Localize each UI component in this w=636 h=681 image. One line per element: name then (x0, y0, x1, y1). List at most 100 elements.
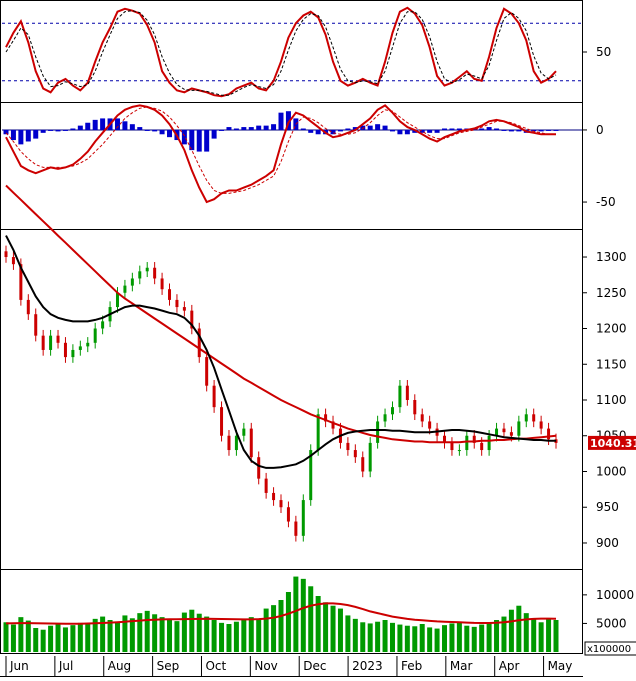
volume-bar (472, 627, 477, 652)
candle-body (346, 443, 349, 450)
stochastic-panel (1, 1, 583, 103)
candle-body (354, 450, 357, 457)
x-axis-label: Apr (499, 659, 520, 673)
axis-layer: JunJulAugSepOctNovDec2023FebMarAprMay (6, 656, 572, 676)
volume-bar (56, 623, 61, 652)
volume-bar (531, 619, 536, 652)
macd-histogram-bar (516, 130, 521, 131)
price-y-tick-label: 1000 (596, 464, 627, 478)
macd-histogram-bar (26, 130, 31, 142)
volume-y-tick-label: 10000 (596, 588, 634, 602)
volume-bar (331, 606, 336, 652)
candle-body (413, 400, 416, 414)
volume-bar (338, 609, 343, 652)
volume-bar (293, 577, 298, 652)
macd-histogram-bar (197, 130, 202, 152)
macd-histogram-bar (501, 130, 506, 131)
price-y-tick-label: 1150 (596, 357, 627, 371)
volume-bar (226, 624, 231, 652)
volume-bar (204, 617, 209, 652)
volume-bar (70, 625, 75, 652)
x-axis-label: Nov (254, 659, 277, 673)
candle-body (488, 436, 491, 450)
macd-histogram-bar (308, 130, 313, 133)
price-y-tick-label: 1250 (596, 286, 627, 300)
x-axis-label: Sep (157, 659, 180, 673)
volume-bar (78, 623, 83, 652)
macd-histogram-bar (93, 120, 98, 130)
candle-body (94, 329, 97, 343)
volume-bar (189, 610, 194, 652)
volume-bar (412, 626, 417, 652)
candle-body (153, 268, 156, 279)
candle-body (510, 432, 513, 436)
volume-bar (33, 628, 38, 652)
candle-body (123, 286, 126, 293)
macd-histogram-bar (100, 118, 105, 130)
volume-bar (479, 625, 484, 652)
volume-bar (323, 602, 328, 652)
macd-histogram-bar (241, 127, 246, 130)
macd-y-tick-label: 0 (596, 123, 604, 137)
macd-histogram-bar (375, 124, 380, 130)
candle-body (250, 429, 253, 458)
volume-bar (457, 622, 462, 652)
macd-histogram-bar (479, 129, 484, 130)
volume-unit-label: x100000 (587, 644, 631, 655)
volume-bar (4, 622, 9, 652)
volume-bar (449, 623, 454, 652)
macd-histogram-bar (145, 130, 150, 131)
candle-body (369, 443, 372, 472)
candle-body (5, 251, 8, 257)
x-axis-label: May (548, 659, 573, 673)
volume-bar (487, 623, 492, 652)
chart-canvas: 50 0-50 13001250120011501100105010009509… (0, 0, 636, 677)
volume-bar (41, 630, 46, 652)
candle-body (272, 493, 275, 500)
volume-bar (345, 615, 350, 652)
volume-bar (554, 620, 559, 652)
volume-bar (279, 600, 284, 652)
candle-body (220, 407, 223, 436)
candle-body (86, 343, 89, 347)
candle-body (131, 278, 134, 285)
volume-bar (546, 618, 551, 652)
x-axis-label: Feb (401, 659, 422, 673)
macd-histogram-bar (234, 129, 239, 130)
macd-histogram-bar (279, 113, 284, 130)
macd-histogram-bar (249, 127, 254, 130)
macd-histogram-bar (271, 124, 276, 130)
price-y-tick-label: 1300 (596, 250, 627, 264)
macd-histogram-bar (442, 129, 447, 130)
macd-histogram-bar (264, 126, 269, 130)
macd-histogram-bar (316, 130, 321, 134)
volume-bar (442, 625, 447, 652)
candle-body (175, 300, 178, 307)
candle-body (517, 421, 520, 435)
candle-body (183, 307, 186, 311)
macd-histogram-bar (397, 130, 402, 134)
candle-body (34, 314, 37, 335)
candle-body (287, 507, 290, 521)
volume-layer: 100005000x100000 (4, 0, 636, 655)
volume-bar (509, 610, 514, 652)
x-axis-label: Jun (9, 659, 29, 673)
volume-bar (308, 586, 313, 652)
volume-bar (271, 605, 276, 652)
candle-body (465, 436, 468, 450)
macd-y-tick-label: -50 (596, 195, 616, 209)
volume-bar (48, 626, 53, 652)
volume-bar (100, 617, 105, 652)
volume-bar (256, 619, 261, 652)
volume-bar (137, 613, 142, 652)
x-axis-label: 2023 (352, 659, 383, 673)
macd-histogram-bar (56, 130, 61, 131)
price-y-tick-label: 1100 (596, 393, 627, 407)
candle-body (242, 429, 245, 436)
volume-bar (167, 619, 172, 652)
macd-histogram-bar (256, 126, 261, 130)
candle-body (213, 386, 216, 407)
volume-bar (397, 625, 402, 652)
macd-histogram-bar (219, 130, 224, 131)
candle-body (302, 500, 305, 536)
